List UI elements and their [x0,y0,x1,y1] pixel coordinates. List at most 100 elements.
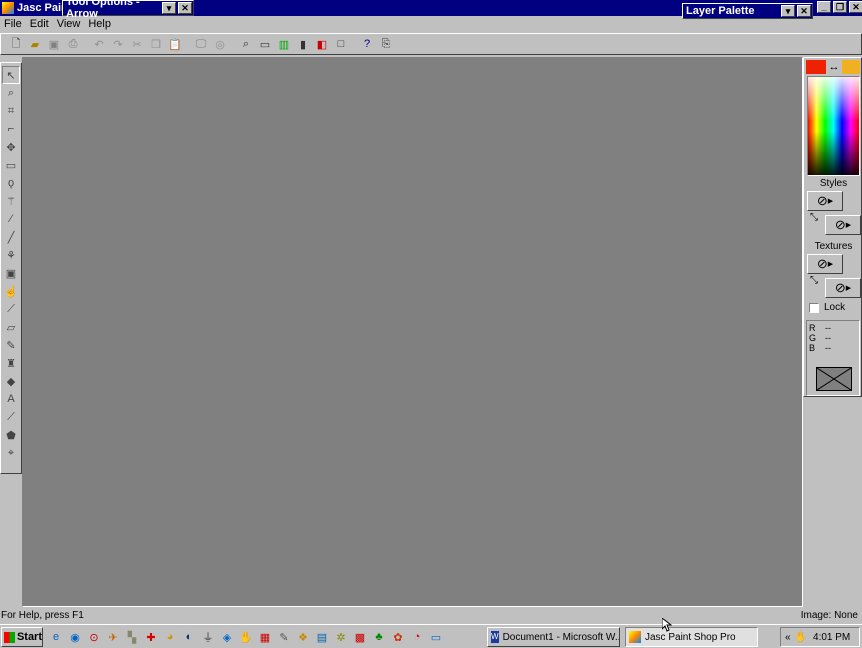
outlook-icon[interactable]: ◉ [67,629,83,645]
close-button[interactable]: ✕ [849,1,862,13]
background-style-button[interactable]: ⊘ ▶ [825,215,861,235]
color-spectrum[interactable] [807,76,860,176]
g-label: G [809,333,817,343]
start-label: Start [16,631,42,643]
background-texture-button[interactable]: ⊘ ▶ [825,278,861,298]
tray-hand-icon[interactable]: ✋ [795,632,807,643]
undo-icon[interactable]: ↶ [90,35,108,53]
lock-label: Lock [824,302,846,313]
taskbar: Start e ◉ ⊙ ✈ ▚ ✚ ◕ ◐ ⏚ ◈ ✋ ▦ ✎ ❖ ▤ ✲ ▩ … [0,624,862,648]
crop-icon[interactable]: ⌐ [2,120,20,138]
menu-file[interactable]: File [0,18,26,30]
app-icon-3[interactable]: ◕ [162,629,178,645]
app-icon-14[interactable]: ✿ [390,629,406,645]
paintbrush-icon[interactable]: ╱ [2,228,20,246]
cut-icon[interactable]: ✂ [128,35,146,53]
dropper-icon[interactable]: ⁄ [2,210,20,228]
quicktime-icon[interactable]: ⊙ [86,629,102,645]
retouch-icon[interactable]: ☝ [2,282,20,300]
eraser-icon[interactable]: ▱ [2,318,20,336]
zoom-icon[interactable]: ⌕ [237,35,255,53]
histogram-icon[interactable]: ▮ [294,35,312,53]
background-swatch[interactable] [842,60,860,74]
hand-icon[interactable]: ✋ [238,629,254,645]
app-icon-10[interactable]: ▤ [314,629,330,645]
tray-arrow-icon[interactable]: « [785,632,791,643]
picture-tube-icon[interactable]: ✎ [2,336,20,354]
browse-icon[interactable]: 🖵 [192,35,210,53]
redo-icon[interactable]: ↷ [109,35,127,53]
app-icon-1[interactable]: ✈ [105,629,121,645]
layers-icon[interactable]: ◧ [313,35,331,53]
twain-icon[interactable]: ⎘ [377,35,395,53]
overview-icon[interactable]: □ [332,35,350,53]
app-icon-2[interactable]: ▚ [124,629,140,645]
g-value: -- [825,333,831,343]
app-icon-7[interactable]: ▦ [257,629,273,645]
app-icon-6[interactable]: ◈ [219,629,235,645]
status-bar: For Help, press F1 Image: None [0,608,862,624]
app-icon-12[interactable]: ▩ [352,629,368,645]
menu-edit[interactable]: Edit [26,18,53,30]
swap-textures-icon[interactable]: ⤡ [810,275,818,286]
paintshop-icon [629,631,641,643]
tool-options-dropdown-button[interactable]: ▾ [162,2,176,14]
tool-options-close-button[interactable]: ✕ [178,2,192,14]
lasso-icon[interactable]: ϙ [2,174,20,192]
color-replacer-icon[interactable]: ▣ [2,264,20,282]
new-icon[interactable]: 🗋 [7,35,25,53]
r-value: -- [825,323,831,333]
minimize-button[interactable]: _ [817,1,831,13]
flood-fill-icon[interactable]: ◆ [2,372,20,390]
mover-icon[interactable]: ✥ [2,138,20,156]
app-window-controls: _ ❐ ✕ [815,1,862,13]
app-icon-15[interactable]: ◔ [409,629,425,645]
tool-options-title-bar[interactable]: Tool Options - Arrow ▾ ✕ [62,0,194,20]
lock-checkbox[interactable] [809,303,819,313]
color-icon[interactable]: ▥ [275,35,293,53]
app-icon-4[interactable]: ◐ [181,629,197,645]
app-icon-11[interactable]: ✲ [333,629,349,645]
shape-icon[interactable]: ⬟ [2,426,20,444]
text-icon[interactable]: A [2,390,20,408]
vector-icon[interactable]: ⌖ [2,444,20,462]
foreground-swatch[interactable] [806,60,826,74]
magic-wand-icon[interactable]: ⚚ [2,192,20,210]
app-icon-13[interactable]: ♣ [371,629,387,645]
app-icon-8[interactable]: ✎ [276,629,292,645]
copy-icon[interactable]: ❐ [147,35,165,53]
internet-explorer-icon[interactable]: e [48,629,64,645]
menu-help[interactable]: Help [84,18,115,30]
deform-icon[interactable]: ⌗ [2,102,20,120]
foreground-texture-button[interactable]: ⊘ ▶ [807,254,843,274]
airbrush-icon[interactable]: ♜ [2,354,20,372]
task-word[interactable]: W Document1 - Microsoft W... [487,627,620,647]
paste-icon[interactable]: 📋 [166,35,184,53]
foreground-style-button[interactable]: ⊘ ▶ [807,191,843,211]
start-button[interactable]: Start [1,627,43,647]
app-icon-16[interactable]: ▭ [428,629,444,645]
app-icon-5[interactable]: ⏚ [200,629,216,645]
ruler-icon[interactable]: ▭ [256,35,274,53]
line-icon[interactable]: ⟋ [2,408,20,426]
help-icon[interactable]: ? [358,35,376,53]
workspace-canvas[interactable] [22,57,803,607]
app-icon-9[interactable]: ❖ [295,629,311,645]
first-aid-icon[interactable]: ✚ [143,629,159,645]
save-icon[interactable]: ▣ [45,35,63,53]
swap-colors-icon[interactable]: ↔ [826,60,842,74]
r-label: R [809,323,816,333]
scratch-remover-icon[interactable]: ⟋ [2,300,20,318]
clone-icon[interactable]: ⚘ [2,246,20,264]
b-label: B [809,343,816,353]
menu-view[interactable]: View [53,18,85,30]
swap-styles-icon[interactable]: ⤡ [810,212,818,223]
open-icon[interactable]: ▰ [26,35,44,53]
task-paintshop[interactable]: Jasc Paint Shop Pro [625,627,758,647]
selection-icon[interactable]: ▭ [2,156,20,174]
zoom-tool-icon[interactable]: ⌕ [2,84,20,102]
maximize-button[interactable]: ❐ [833,1,847,13]
arrow-icon[interactable]: ↖ [2,66,20,84]
print-icon[interactable]: ⎙ [64,35,82,53]
screen-icon[interactable]: ◎ [211,35,229,53]
